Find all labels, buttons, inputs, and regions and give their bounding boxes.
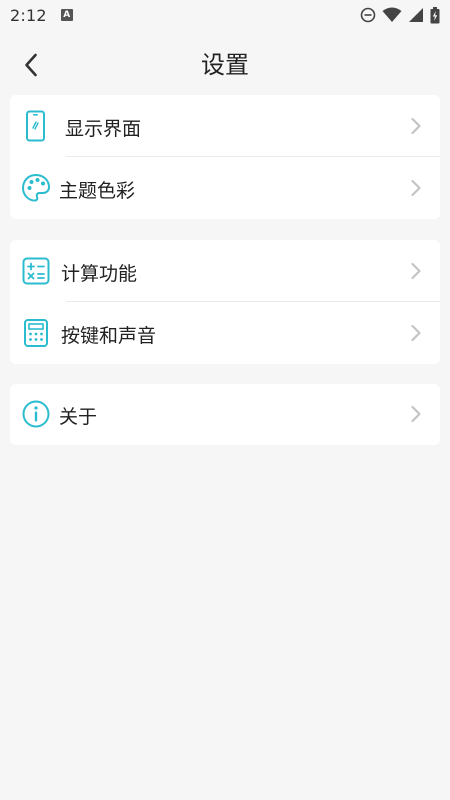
settings-item-label: 显示界面: [65, 118, 142, 140]
chevron-right-icon: [411, 262, 421, 280]
settings-item-display[interactable]: 显示界面: [10, 95, 440, 157]
settings-item-label: 按键和声音: [61, 325, 157, 347]
settings-item-about[interactable]: 关于: [10, 384, 440, 445]
settings-item-keys-sound[interactable]: 按键和声音: [10, 302, 440, 364]
settings-item-label: 主题色彩: [59, 180, 136, 202]
wifi-icon: [382, 7, 402, 22]
keypad-icon: [20, 317, 52, 349]
dnd-icon: [360, 7, 376, 23]
chevron-right-icon: [411, 405, 421, 423]
settings-item-label: 计算功能: [61, 263, 138, 285]
battery-icon: [430, 6, 440, 23]
status-right: [360, 6, 440, 24]
status-time: 2:12: [10, 5, 47, 25]
app-header: 设置: [0, 30, 450, 96]
chevron-right-icon: [411, 179, 421, 197]
settings-group-about: 关于: [10, 384, 440, 445]
notification-a-icon: A: [60, 9, 73, 21]
settings-item-theme[interactable]: 主题色彩: [10, 157, 440, 219]
settings-group-calculation: 计算功能 按键和声音: [10, 240, 440, 364]
settings-group-display: 显示界面 主题色彩: [10, 95, 440, 219]
signal-icon: [409, 8, 423, 22]
chevron-right-icon: [411, 117, 421, 135]
status-bar: 2:12 A: [0, 0, 450, 30]
phone-icon: [20, 110, 52, 142]
page-title: 设置: [201, 51, 249, 79]
status-left: 2:12 A: [10, 6, 73, 25]
settings-item-calculation[interactable]: 计算功能: [10, 240, 440, 302]
calculator-ops-icon: [20, 255, 52, 287]
info-icon: [20, 398, 52, 430]
chevron-right-icon: [411, 324, 421, 342]
settings-item-label: 关于: [59, 406, 98, 428]
palette-icon: [20, 172, 52, 204]
